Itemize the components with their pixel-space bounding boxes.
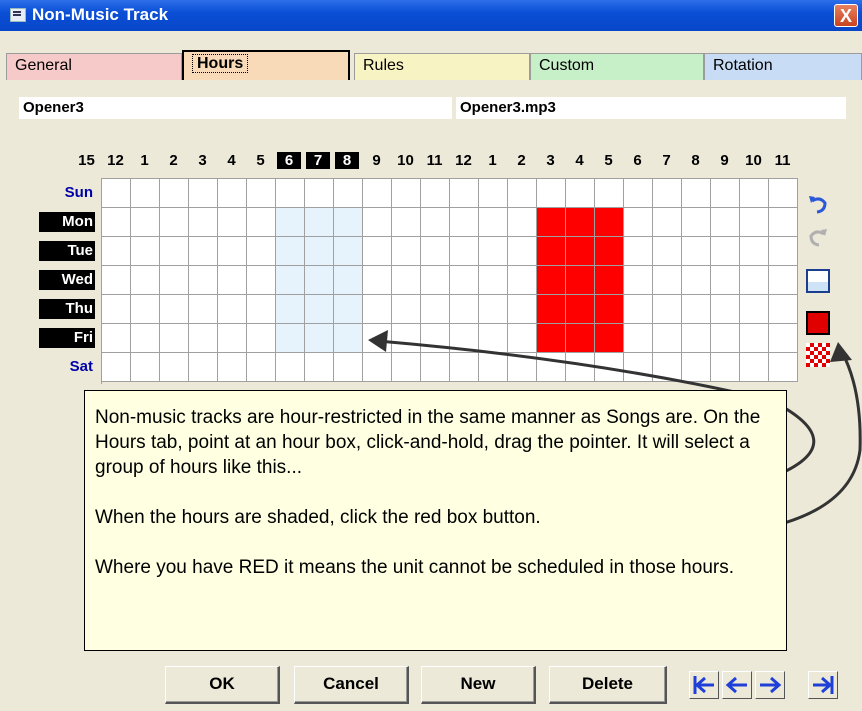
ok-button[interactable]: OK — [165, 666, 280, 704]
arrow-head-red-button — [830, 342, 852, 362]
prev-record-button[interactable] — [722, 671, 752, 699]
prev-icon — [725, 676, 747, 694]
note-paragraph: Non-music tracks are hour-restricted in … — [95, 407, 761, 478]
delete-button[interactable]: Delete — [549, 666, 667, 704]
arrow-head-selection — [368, 330, 388, 352]
next-record-button[interactable] — [755, 671, 785, 699]
last-icon — [813, 676, 834, 694]
help-note: Non-music tracks are hour-restricted in … — [84, 390, 787, 651]
last-record-button[interactable] — [808, 671, 838, 699]
first-record-button[interactable] — [689, 671, 719, 699]
cancel-button[interactable]: Cancel — [294, 666, 409, 704]
first-icon — [693, 676, 714, 694]
note-paragraph: When the hours are shaded, click the red… — [95, 507, 541, 528]
note-paragraph: Where you have RED it means the unit can… — [95, 557, 734, 578]
next-icon — [760, 676, 782, 694]
new-button[interactable]: New — [421, 666, 536, 704]
